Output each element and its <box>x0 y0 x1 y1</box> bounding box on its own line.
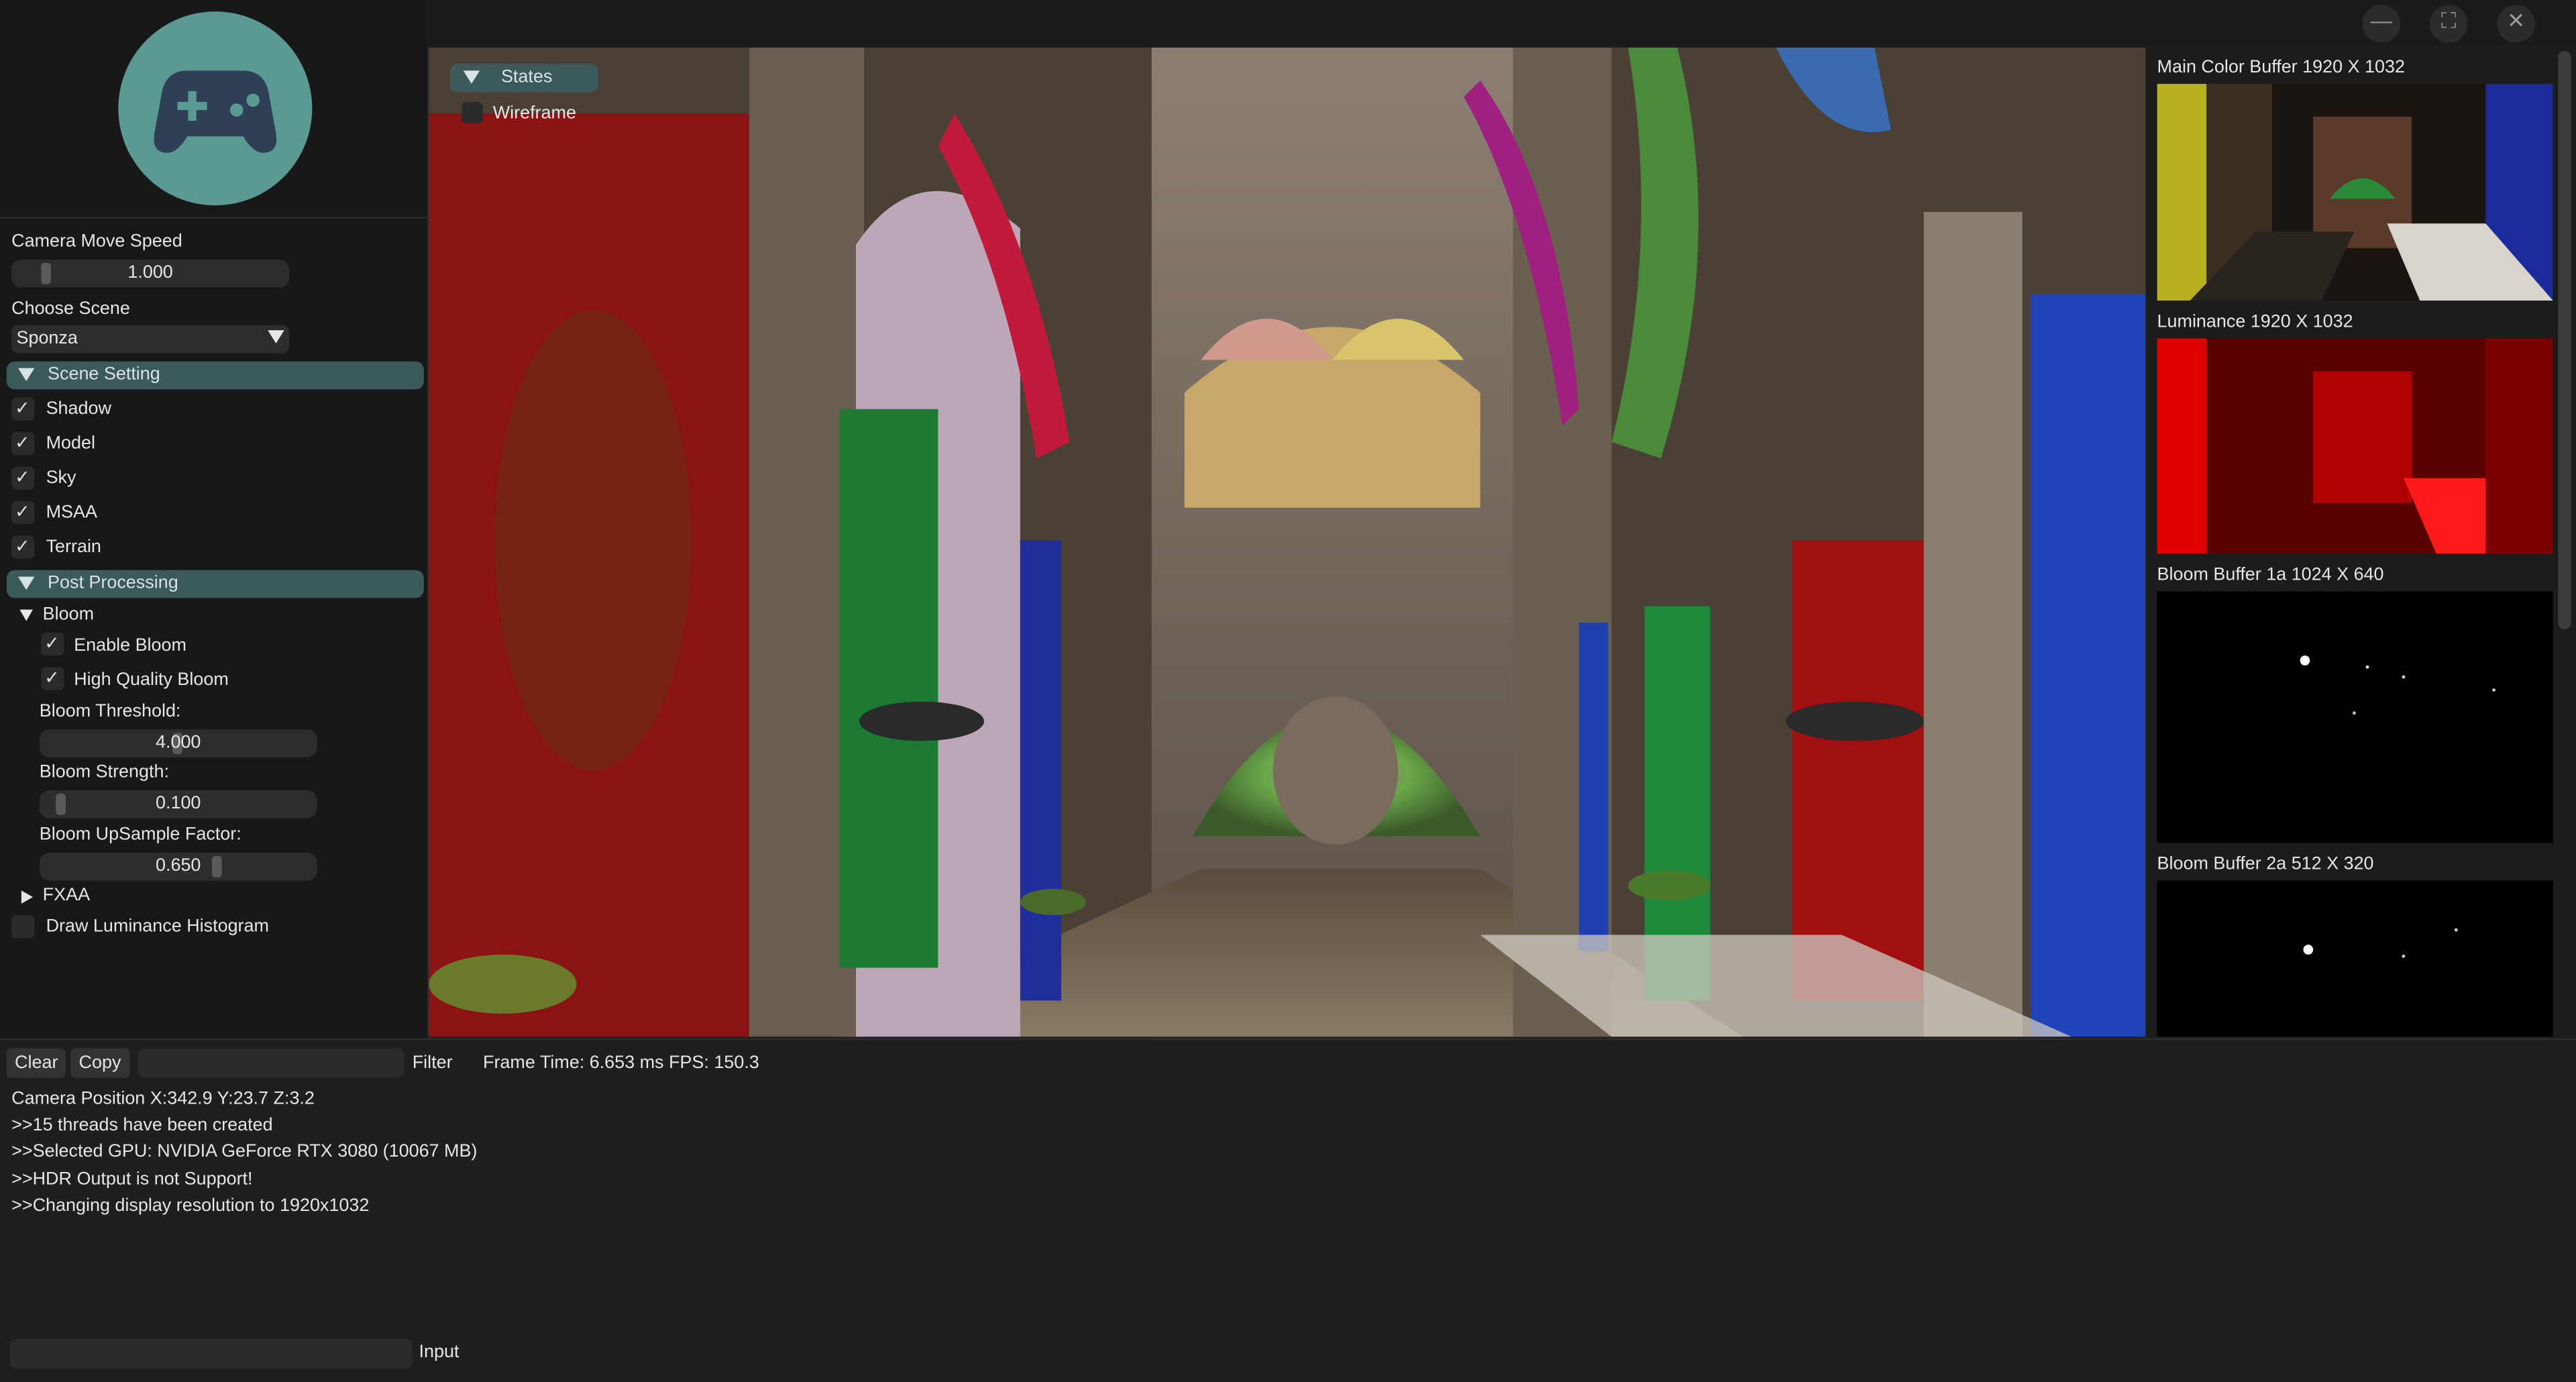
log-line: >>HDR Output is not Support! <box>11 1169 253 1190</box>
checkmark-icon: ✓ <box>15 537 30 557</box>
terrain-checkbox[interactable]: ✓ <box>11 535 35 559</box>
collapse-triangle-icon <box>463 70 480 84</box>
bloom-tree-label[interactable]: Bloom <box>43 604 94 624</box>
title-bar <box>427 0 2576 46</box>
bloom-upsample-label: Bloom UpSample Factor: <box>39 825 241 845</box>
bloom-upsample-slider[interactable]: 0.650 <box>39 853 317 881</box>
camera-speed-label: Camera Move Speed <box>11 231 182 252</box>
log-line: >>Changing display resolution to 1920x10… <box>11 1195 370 1216</box>
enable-bloom-checkbox[interactable]: ✓ <box>41 632 64 656</box>
hq-bloom-checkbox[interactable]: ✓ <box>41 667 64 690</box>
scene-setting-header[interactable]: Scene Setting <box>6 361 424 390</box>
bloom-buffer-1a-label: Bloom Buffer 1a 1024 X 640 <box>2157 565 2384 585</box>
collapse-triangle-icon <box>17 576 35 590</box>
fxaa-tree-label[interactable]: FXAA <box>43 886 90 905</box>
render-viewport[interactable] <box>429 48 2146 1037</box>
logo-area <box>0 0 427 219</box>
hq-bloom-label: High Quality Bloom <box>74 670 229 690</box>
minimize-icon: — <box>2370 8 2392 33</box>
bloom-tree-toggle-icon[interactable] <box>19 609 33 621</box>
bloom-buffer-1a-image <box>2157 591 2553 843</box>
log-line: >>Selected GPU: NVIDIA GeForce RTX 3080 … <box>11 1142 478 1162</box>
frame-stats: Frame Time: 6.653 ms FPS: 150.3 <box>483 1053 759 1073</box>
console-input[interactable] <box>9 1338 413 1369</box>
filter-label: Filter <box>412 1053 453 1073</box>
wireframe-checkbox[interactable] <box>462 101 484 123</box>
states-title: States <box>500 67 553 87</box>
filter-input[interactable] <box>138 1048 405 1078</box>
console-panel <box>0 1038 2576 1382</box>
main-color-buffer-image <box>2157 83 2553 301</box>
checkmark-icon: ✓ <box>15 502 30 523</box>
luminance-buffer-image <box>2157 338 2553 554</box>
sponza-scene-image <box>429 48 2146 1037</box>
wireframe-label: Wireframe <box>492 103 576 123</box>
post-processing-header[interactable]: Post Processing <box>6 570 424 598</box>
bloom-strength-value: 0.100 <box>156 793 201 814</box>
minimize-button[interactable]: — <box>2362 5 2400 43</box>
shadow-checkbox[interactable]: ✓ <box>11 397 35 421</box>
gamepad-logo-icon <box>118 11 313 206</box>
buffer-panel-scrollbar[interactable] <box>2558 50 2571 629</box>
chevron-down-icon[interactable] <box>268 330 284 343</box>
states-header[interactable]: States <box>450 64 598 93</box>
close-button[interactable]: ✕ <box>2497 5 2535 43</box>
bloom-strength-label: Bloom Strength: <box>39 762 169 782</box>
clear-button[interactable]: Clear <box>6 1048 66 1078</box>
bloom-upsample-value: 0.650 <box>156 855 201 876</box>
bloom-buffer-2a-image <box>2157 880 2553 1037</box>
maximize-icon: ⛶ <box>2441 8 2457 33</box>
sky-checkbox[interactable]: ✓ <box>11 466 35 490</box>
close-icon: ✕ <box>2507 8 2525 33</box>
maximize-button[interactable]: ⛶ <box>2430 5 2468 43</box>
log-line: >>15 threads have been created <box>11 1115 273 1136</box>
luminance-histogram-label: Draw Luminance Histogram <box>46 916 269 937</box>
copy-button[interactable]: Copy <box>70 1048 129 1078</box>
msaa-label: MSAA <box>46 502 97 523</box>
terrain-label: Terrain <box>46 537 101 557</box>
fxaa-tree-toggle-icon[interactable] <box>21 890 33 904</box>
post-processing-title: Post Processing <box>48 573 178 594</box>
bloom-buffer-2a-label: Bloom Buffer 2a 512 X 320 <box>2157 854 2374 874</box>
luminance-buffer-label: Luminance 1920 X 1032 <box>2157 312 2353 332</box>
shadow-label: Shadow <box>46 399 111 419</box>
model-label: Model <box>46 433 95 454</box>
log-line: Camera Position X:342.9 Y:23.7 Z:3.2 <box>11 1089 315 1110</box>
bloom-threshold-slider[interactable]: 4.000 <box>39 729 317 757</box>
collapse-triangle-icon <box>17 368 35 382</box>
checkmark-icon: ✓ <box>15 433 30 454</box>
bloom-strength-slider[interactable]: 0.100 <box>39 790 317 818</box>
model-checkbox[interactable]: ✓ <box>11 432 35 456</box>
bloom-threshold-label: Bloom Threshold: <box>39 701 181 722</box>
bloom-threshold-value: 4.000 <box>156 733 201 753</box>
input-label: Input <box>419 1342 460 1363</box>
choose-scene-label: Choose Scene <box>11 299 130 319</box>
camera-speed-slider[interactable]: 1.000 <box>11 259 290 288</box>
checkmark-icon: ✓ <box>15 399 30 419</box>
checkmark-icon: ✓ <box>44 668 60 689</box>
sky-label: Sky <box>46 468 76 488</box>
checkmark-icon: ✓ <box>44 634 60 654</box>
camera-speed-value: 1.000 <box>127 262 173 283</box>
main-color-buffer-label: Main Color Buffer 1920 X 1032 <box>2157 57 2405 78</box>
enable-bloom-label: Enable Bloom <box>74 635 186 656</box>
msaa-checkbox[interactable]: ✓ <box>11 500 35 525</box>
checkmark-icon: ✓ <box>15 468 30 488</box>
luminance-histogram-checkbox[interactable] <box>11 915 35 939</box>
scene-select[interactable]: Sponza <box>11 325 290 354</box>
settings-panel: Camera Move Speed 1.000 Choose Scene Spo… <box>0 0 429 1039</box>
scene-select-value: Sponza <box>16 328 78 349</box>
scene-setting-title: Scene Setting <box>48 364 160 385</box>
